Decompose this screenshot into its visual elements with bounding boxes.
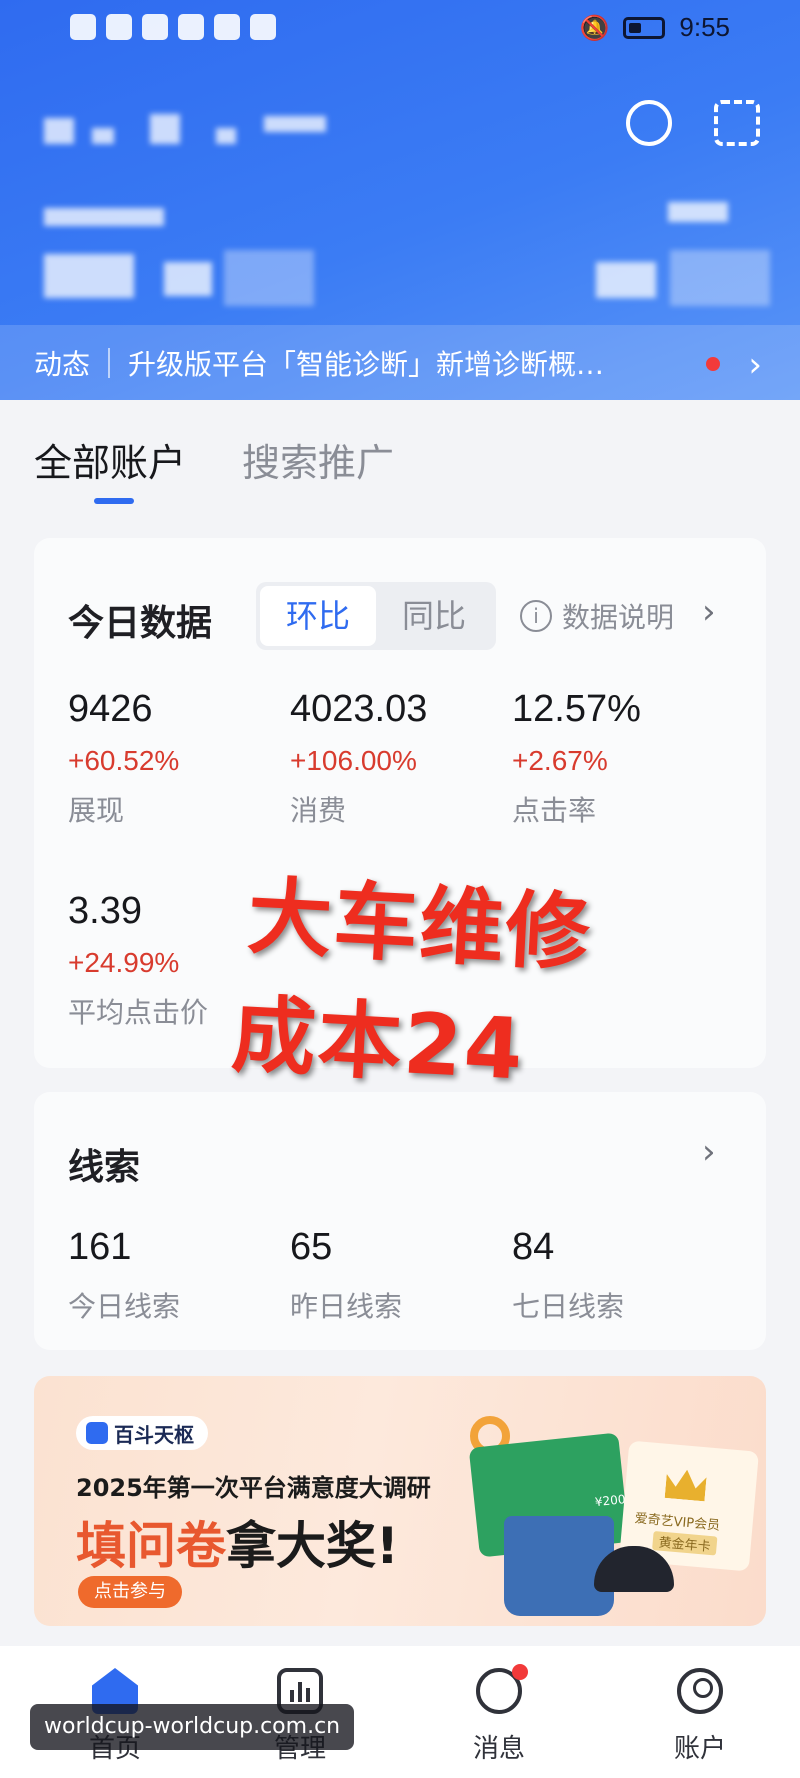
tab-all-accounts[interactable]: 全部账户: [34, 432, 186, 504]
leads-value: 161: [68, 1226, 132, 1268]
wifi-icon: [106, 14, 132, 40]
notice-text: 升级版平台「智能诊断」新增诊断概…: [128, 347, 605, 381]
chevron-right-icon[interactable]: ›: [702, 592, 716, 632]
status-time: 9:55: [679, 12, 730, 42]
gift-card-amount: ¥200: [594, 1492, 627, 1510]
metric-ctr[interactable]: 12.57% +2.67% 点击率: [512, 688, 641, 829]
app-notification-icon: [178, 14, 204, 40]
battery-icon: [623, 16, 666, 39]
mute-bell-icon: 🔕: [579, 13, 610, 42]
metric-change: +60.52%: [68, 745, 180, 776]
data-explain-link[interactable]: i 数据说明: [520, 596, 674, 636]
notice-tag: 动态: [34, 347, 91, 381]
scan-icon[interactable]: [714, 100, 760, 146]
crown-icon: [665, 1468, 707, 1501]
leads-today: 161 今日线索: [68, 1226, 180, 1325]
banner-headline-accent: 填问卷: [76, 1517, 226, 1575]
metric-value: 4023.03: [290, 688, 428, 730]
banner-title: 2025年第一次平台满意度大调研: [76, 1474, 431, 1502]
metric-label: 消费: [290, 794, 347, 827]
brand-name: 百斗天枢: [114, 1422, 194, 1447]
metric-avg-cpc[interactable]: 3.39 +24.99% 平均点击价: [68, 890, 208, 1031]
leads-yesterday: 65 昨日线索: [290, 1226, 402, 1325]
user-icon: [677, 1668, 723, 1714]
data-explain-label: 数据说明: [562, 601, 675, 634]
compare-toggle: 环比 同比: [256, 582, 496, 650]
notice-bar[interactable]: 动态 升级版平台「智能诊断」新增诊断概… ›: [0, 325, 800, 400]
leads-label: 今日线索: [68, 1290, 181, 1323]
banner-headline: 填问卷拿大奖!: [76, 1506, 399, 1578]
leads-value: 84: [512, 1226, 555, 1268]
chevron-right-icon[interactable]: ›: [702, 1132, 716, 1172]
unread-badge: [512, 1664, 528, 1680]
banner-cta-button[interactable]: 点击参与: [78, 1576, 182, 1608]
metric-spend[interactable]: 4023.03 +106.00% 消费: [290, 688, 427, 829]
vip-card-text: 爱奇艺VIP会员: [634, 1511, 721, 1534]
watermark-label: worldcup-worldcup.com.cn: [30, 1704, 355, 1750]
weather-icon: [250, 14, 276, 40]
leads-value: 65: [290, 1226, 333, 1268]
metric-change: +106.00%: [290, 745, 417, 776]
compare-option-yoy[interactable]: 同比: [376, 586, 492, 646]
app-notification-icon: [142, 14, 168, 40]
vip-card-subtext: 黄金年卡: [652, 1531, 718, 1556]
header-actions: [626, 100, 760, 146]
leads-card[interactable]: 线索 › 161 今日线索 65 昨日线索 84 七日线索: [34, 1092, 766, 1350]
overlay-caption-line1: 大车维修: [245, 867, 595, 983]
metric-change: +24.99%: [68, 947, 180, 978]
metric-label: 展现: [68, 794, 125, 827]
notice-divider: [108, 347, 111, 378]
compare-option-mom[interactable]: 环比: [260, 586, 376, 646]
info-icon: i: [520, 600, 552, 632]
chevron-right-icon: ›: [748, 345, 762, 385]
nav-label: 账户: [673, 1734, 726, 1764]
brand-logo-icon: [86, 1422, 108, 1444]
status-icons-right: 🔕 9:55: [580, 12, 731, 43]
today-data-title: 今日数据: [68, 603, 213, 644]
metric-value: 12.57%: [512, 688, 641, 730]
customer-service-icon[interactable]: [626, 100, 672, 146]
metric-change: +2.67%: [512, 745, 608, 776]
metric-value: 3.39: [68, 890, 142, 932]
survey-promo-banner[interactable]: 百斗天枢 2025年第一次平台满意度大调研 填问卷拿大奖! 点击参与 ¥200 …: [34, 1376, 766, 1626]
metric-impressions[interactable]: 9426 +60.52% 展现: [68, 688, 179, 829]
brand-badge: 百斗天枢: [76, 1416, 208, 1450]
leads-title: 线索: [68, 1147, 141, 1188]
account-header: 🔕 9:55 动态 升级版平台「智能诊断」新增诊断概… ›: [0, 0, 800, 400]
banner-headline-rest: 拿大奖!: [226, 1517, 399, 1575]
metric-value: 9426: [68, 688, 153, 730]
notice-unread-dot: [706, 357, 720, 371]
leads-label: 七日线索: [512, 1290, 625, 1323]
app-notification-icon: [214, 14, 240, 40]
leads-seven-days: 84 七日线索: [512, 1226, 624, 1325]
status-bar: 🔕 9:55: [0, 0, 800, 60]
message-icon: [476, 1664, 528, 1714]
nav-label: 消息: [472, 1734, 525, 1764]
signal-icon: [70, 14, 96, 40]
leads-label: 昨日线索: [290, 1290, 403, 1323]
account-tabs: 全部账户 搜索推广: [34, 432, 394, 504]
nav-account[interactable]: 账户: [645, 1668, 755, 1765]
metric-label: 平均点击价: [68, 996, 209, 1029]
nav-messages[interactable]: 消息: [444, 1664, 554, 1765]
status-icons-left: [70, 14, 276, 40]
metric-label: 点击率: [512, 794, 597, 827]
tab-search-promotion[interactable]: 搜索推广: [242, 432, 394, 487]
overlay-caption-line2: 成本24: [229, 985, 527, 1099]
